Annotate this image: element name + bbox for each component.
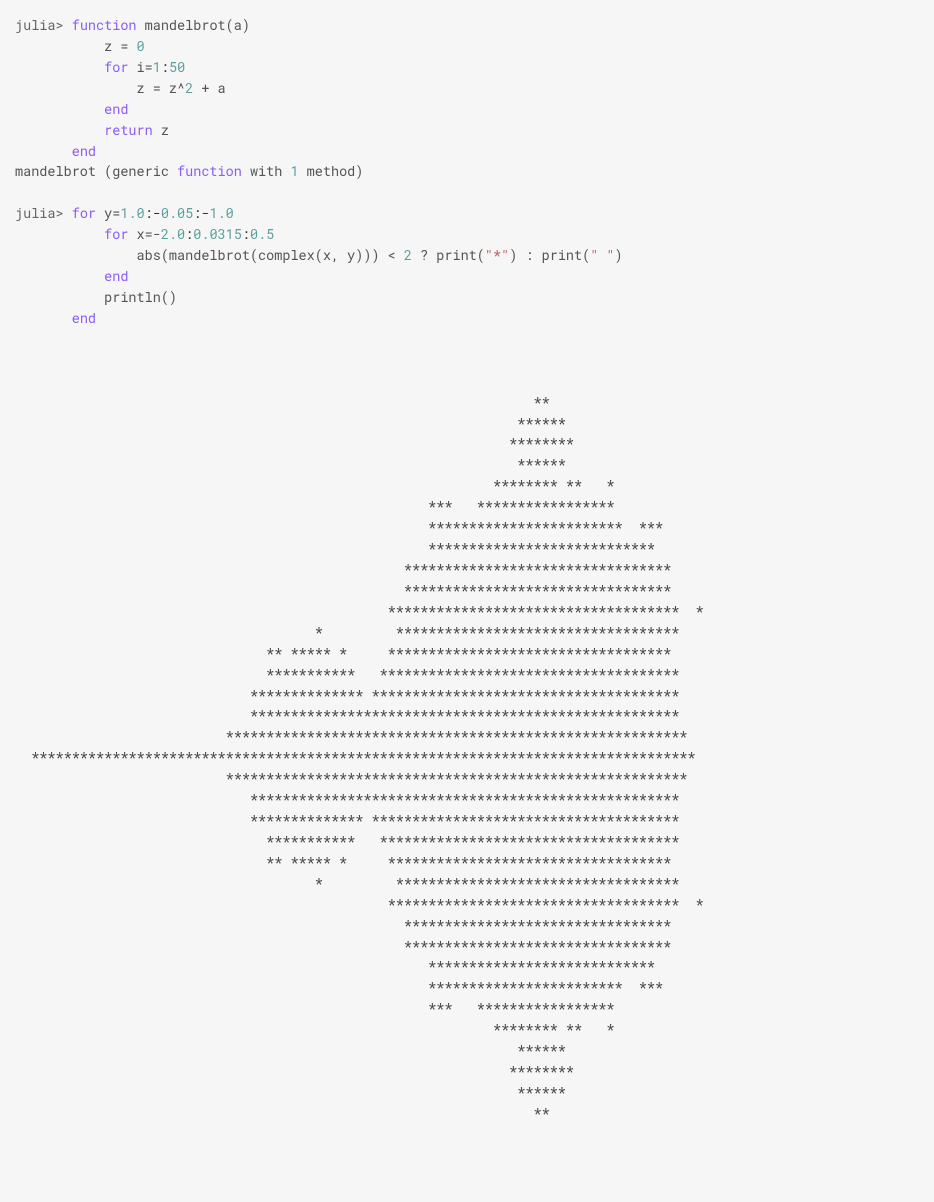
repl-prompt: julia>: [15, 204, 64, 222]
code-text: z =: [15, 37, 137, 55]
string-literal: "*": [485, 246, 509, 264]
code-text: :: [242, 225, 250, 243]
keyword-function: function: [72, 16, 137, 34]
indent: [15, 267, 104, 285]
code-text: z: [153, 121, 169, 139]
number-literal: 2.0: [161, 225, 185, 243]
number-literal: 2: [404, 246, 412, 264]
number-literal: 0: [137, 37, 145, 55]
keyword-for: for: [72, 204, 96, 222]
indent: [15, 309, 72, 327]
indent: [15, 225, 104, 243]
code-text: println(): [15, 288, 177, 306]
julia-repl-code: julia> function mandelbrot(a) z = 0 for …: [15, 15, 919, 329]
number-literal: 1: [153, 58, 161, 76]
code-text: mandelbrot(a): [137, 16, 250, 34]
number-literal: 1: [290, 162, 298, 180]
keyword-for: for: [104, 58, 128, 76]
code-text: ): [615, 246, 623, 264]
code-text: ) : print(: [509, 246, 590, 264]
code-text: abs(mandelbrot(complex(x, y))) <: [15, 246, 404, 264]
number-literal: 1.0: [120, 204, 144, 222]
mandelbrot-output: ** ****** ********: [15, 329, 919, 1187]
code-text: :-: [193, 204, 209, 222]
keyword-end: end: [72, 309, 96, 327]
number-literal: 50: [169, 58, 185, 76]
number-literal: 0.0315: [193, 225, 242, 243]
indent: [15, 58, 104, 76]
output-text: method): [299, 162, 364, 180]
code-text: x=-: [128, 225, 160, 243]
indent: [15, 100, 104, 118]
code-text: ? print(: [412, 246, 485, 264]
code-text: z = z^: [15, 79, 185, 97]
code-text: y=: [96, 204, 120, 222]
indent: [15, 142, 72, 160]
keyword-for: for: [104, 225, 128, 243]
indent: [15, 121, 104, 139]
code-text: :: [161, 58, 169, 76]
code-text: + a: [193, 79, 225, 97]
keyword-return: return: [104, 121, 153, 139]
keyword-end: end: [104, 267, 128, 285]
keyword-end: end: [72, 142, 96, 160]
number-literal: 0.5: [250, 225, 274, 243]
keyword-end: end: [104, 100, 128, 118]
code-text: :-: [145, 204, 161, 222]
number-literal: 0.05: [161, 204, 193, 222]
code-text: i=: [128, 58, 152, 76]
string-literal: " ": [590, 246, 614, 264]
number-literal: 1.0: [209, 204, 233, 222]
output-text: mandelbrot (generic: [15, 162, 177, 180]
output-text: with: [242, 162, 291, 180]
keyword-function: function: [177, 162, 242, 180]
repl-prompt: julia>: [15, 16, 64, 34]
